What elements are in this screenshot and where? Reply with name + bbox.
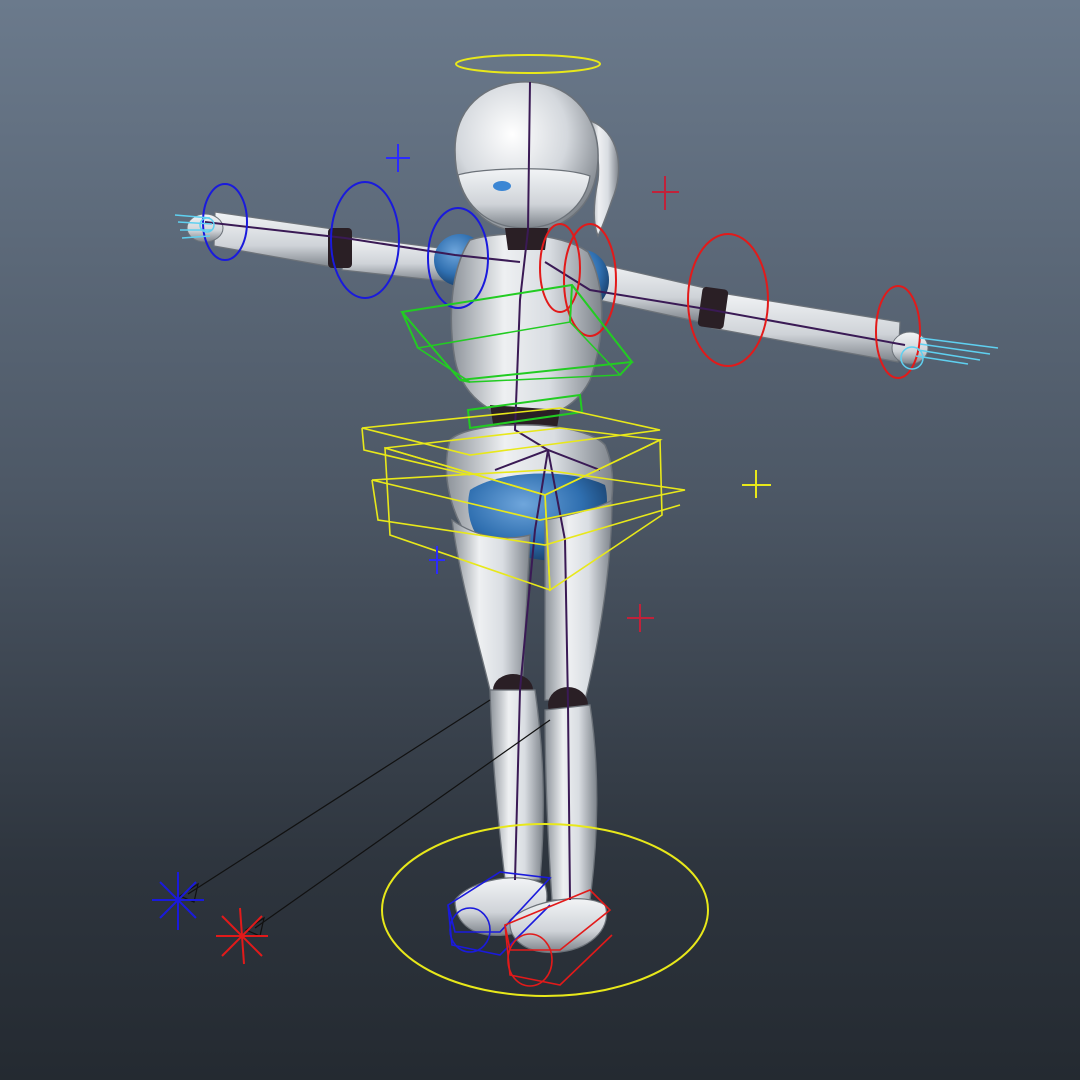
leg-right-upper — [544, 498, 613, 701]
pole-arrow-right — [244, 916, 265, 937]
cross-locator-icon-blue-hip[interactable] — [429, 546, 445, 574]
leg-right-lower — [544, 704, 598, 901]
halo-control-icon[interactable] — [455, 54, 601, 74]
arm-left-lower — [213, 211, 341, 269]
cross-locator-icon-blue-top[interactable] — [386, 144, 410, 172]
star-pole-vector-icon-right[interactable] — [216, 907, 268, 965]
cross-locator-icon-red-hip[interactable] — [627, 604, 654, 632]
star-pole-vector-icon-left[interactable] — [152, 872, 204, 930]
cross-locator-icon-yellow[interactable] — [742, 470, 771, 498]
pole-line-left — [187, 699, 491, 895]
cross-locator-icon-red-top[interactable] — [652, 176, 679, 210]
rig-scene[interactable] — [0, 0, 1080, 1080]
eye — [493, 181, 511, 191]
maya-3d-viewport[interactable] — [0, 0, 1080, 1080]
leg-left-upper — [451, 518, 531, 691]
